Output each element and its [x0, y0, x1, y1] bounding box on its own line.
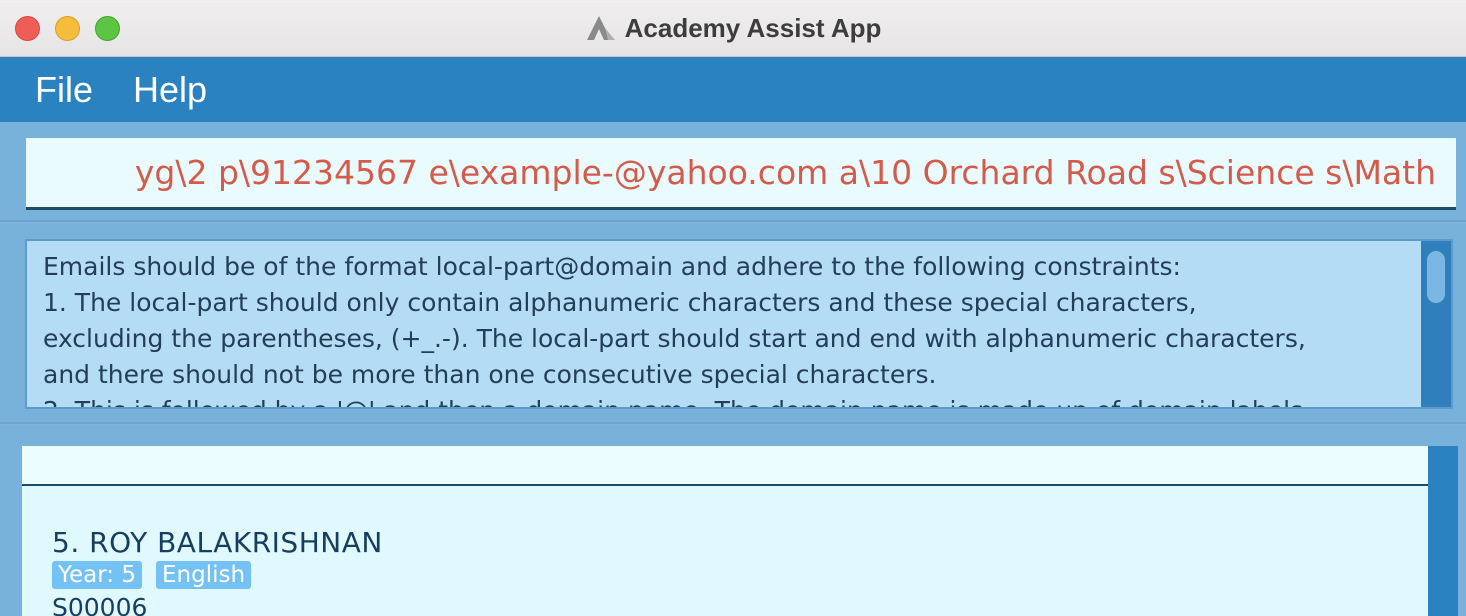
result-display-panel: Emails should be of the format local-par…: [0, 224, 1466, 424]
window-title-text: Academy Assist App: [624, 12, 882, 43]
command-input-text: yg\2 p\91234567 e\example-@yahoo.com a\1…: [134, 153, 1436, 192]
app-logo-icon: [586, 16, 615, 40]
person-list-header: [22, 446, 1428, 486]
window-title: Academy Assist App: [0, 10, 1466, 46]
command-input[interactable]: yg\2 p\91234567 e\example-@yahoo.com a\1…: [26, 138, 1456, 210]
tag-year: Year: 5: [52, 561, 142, 589]
result-message: Emails should be of the format local-par…: [43, 252, 1306, 407]
result-display[interactable]: Emails should be of the format local-par…: [25, 239, 1453, 409]
menu-file[interactable]: File: [35, 69, 97, 111]
tag-subject: English: [155, 561, 252, 589]
result-scrollbar[interactable]: [1421, 241, 1451, 407]
window-title-bar: Academy Assist App: [0, 0, 1466, 57]
person-card-name: 5. ROY BALAKRISHNAN: [52, 526, 383, 559]
command-box-panel: yg\2 p\91234567 e\example-@yahoo.com a\1…: [0, 122, 1466, 222]
person-list-scrollbar[interactable]: [1428, 446, 1458, 616]
person-card-tags: Year: 5 English: [52, 561, 383, 589]
result-scrollbar-thumb[interactable]: [1427, 251, 1445, 303]
menu-help[interactable]: Help: [133, 69, 211, 111]
menu-bar: File Help: [0, 57, 1466, 122]
person-card[interactable]: 5. ROY BALAKRISHNAN Year: 5 English S000…: [52, 526, 383, 616]
person-list[interactable]: 5. ROY BALAKRISHNAN Year: 5 English S000…: [22, 446, 1428, 616]
person-card-id: S00006: [52, 593, 148, 616]
person-list-panel: 5. ROY BALAKRISHNAN Year: 5 English S000…: [0, 426, 1466, 616]
